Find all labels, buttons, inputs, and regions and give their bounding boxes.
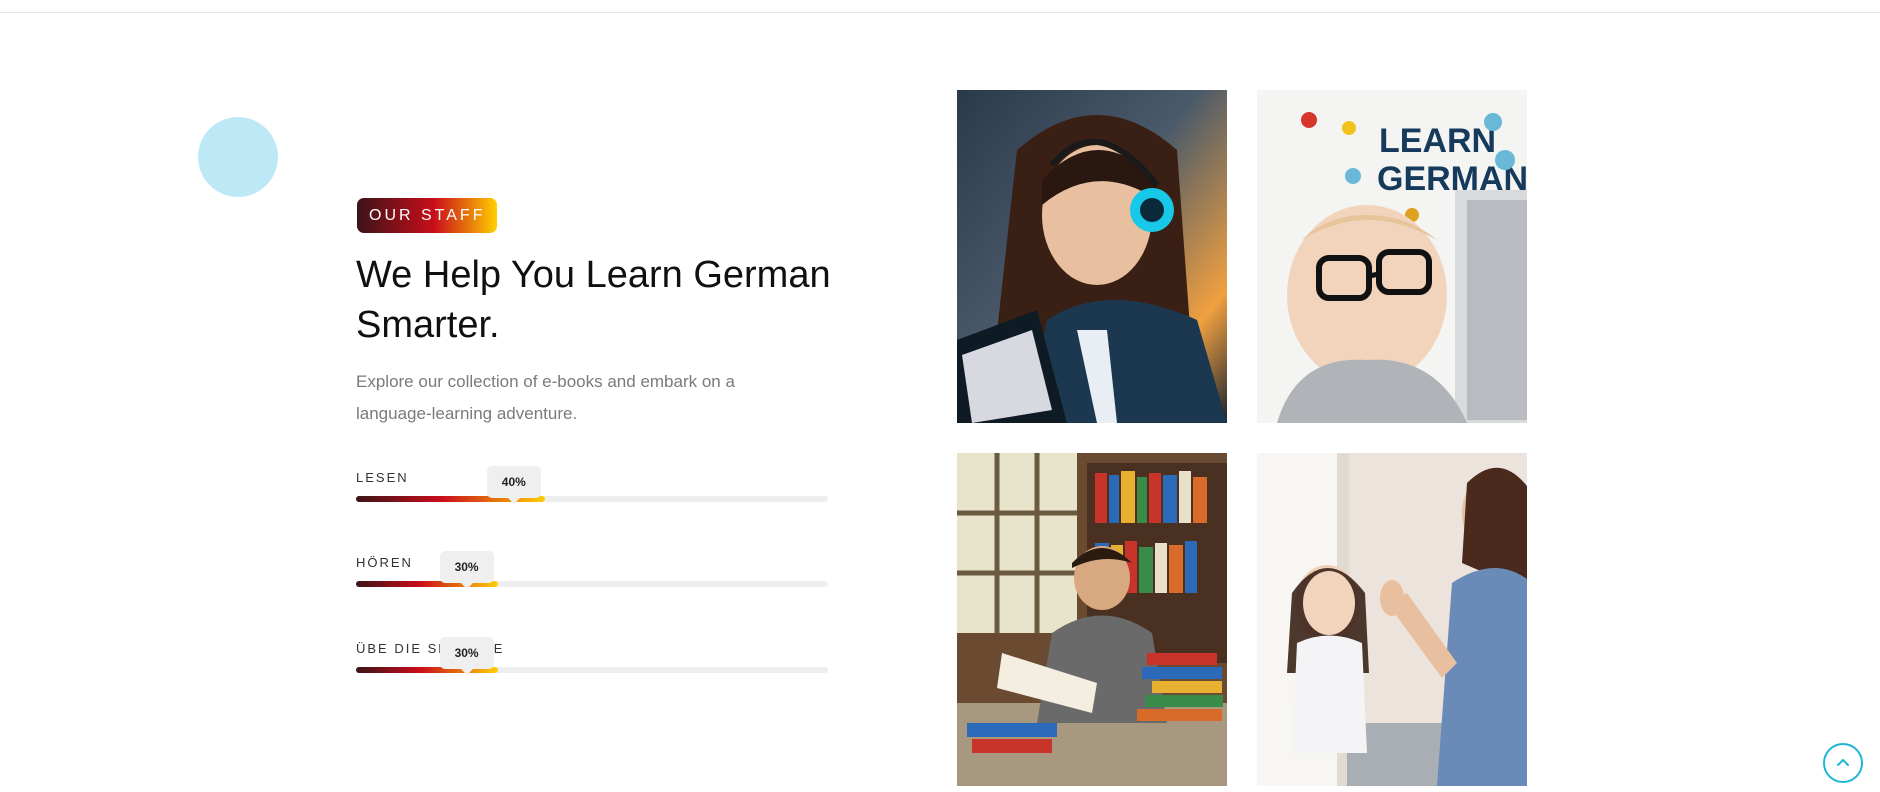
girl-and-teacher-image xyxy=(1257,453,1527,786)
child-learn-german-image: LEARN GERMAN xyxy=(1257,90,1527,423)
skill-ube-die-sprache: ÜBE DIE SPRACHE 30% xyxy=(356,637,828,701)
girl-with-headphones-reading-image xyxy=(957,90,1227,423)
skill-track: 30% xyxy=(356,637,828,675)
skill-horen: HÖREN 30% xyxy=(356,551,828,615)
section-tag: OUR STAFF xyxy=(357,198,498,233)
skill-percent-bubble: 40% xyxy=(486,466,541,504)
scroll-to-top-button[interactable] xyxy=(1823,743,1863,783)
skill-percent-bubble: 30% xyxy=(439,637,494,675)
skill-track: 40% xyxy=(356,466,828,504)
skill-label: LESEN xyxy=(356,470,409,485)
skill-lesen: LESEN 40% xyxy=(356,466,828,530)
boy-reading-among-books-image xyxy=(957,453,1227,786)
skill-percent-bubble: 30% xyxy=(439,551,494,589)
header-bottom-border xyxy=(0,12,1880,13)
section-heading: We Help You Learn German Smarter. xyxy=(356,254,831,346)
skill-label: HÖREN xyxy=(356,555,413,570)
decorative-circle xyxy=(198,117,278,197)
skill-track: 30% xyxy=(356,551,828,589)
learn-caption: LEARN xyxy=(1379,122,1496,160)
section-description: Explore our collection of e-books and em… xyxy=(356,372,735,423)
chevron-up-icon xyxy=(1837,759,1849,766)
